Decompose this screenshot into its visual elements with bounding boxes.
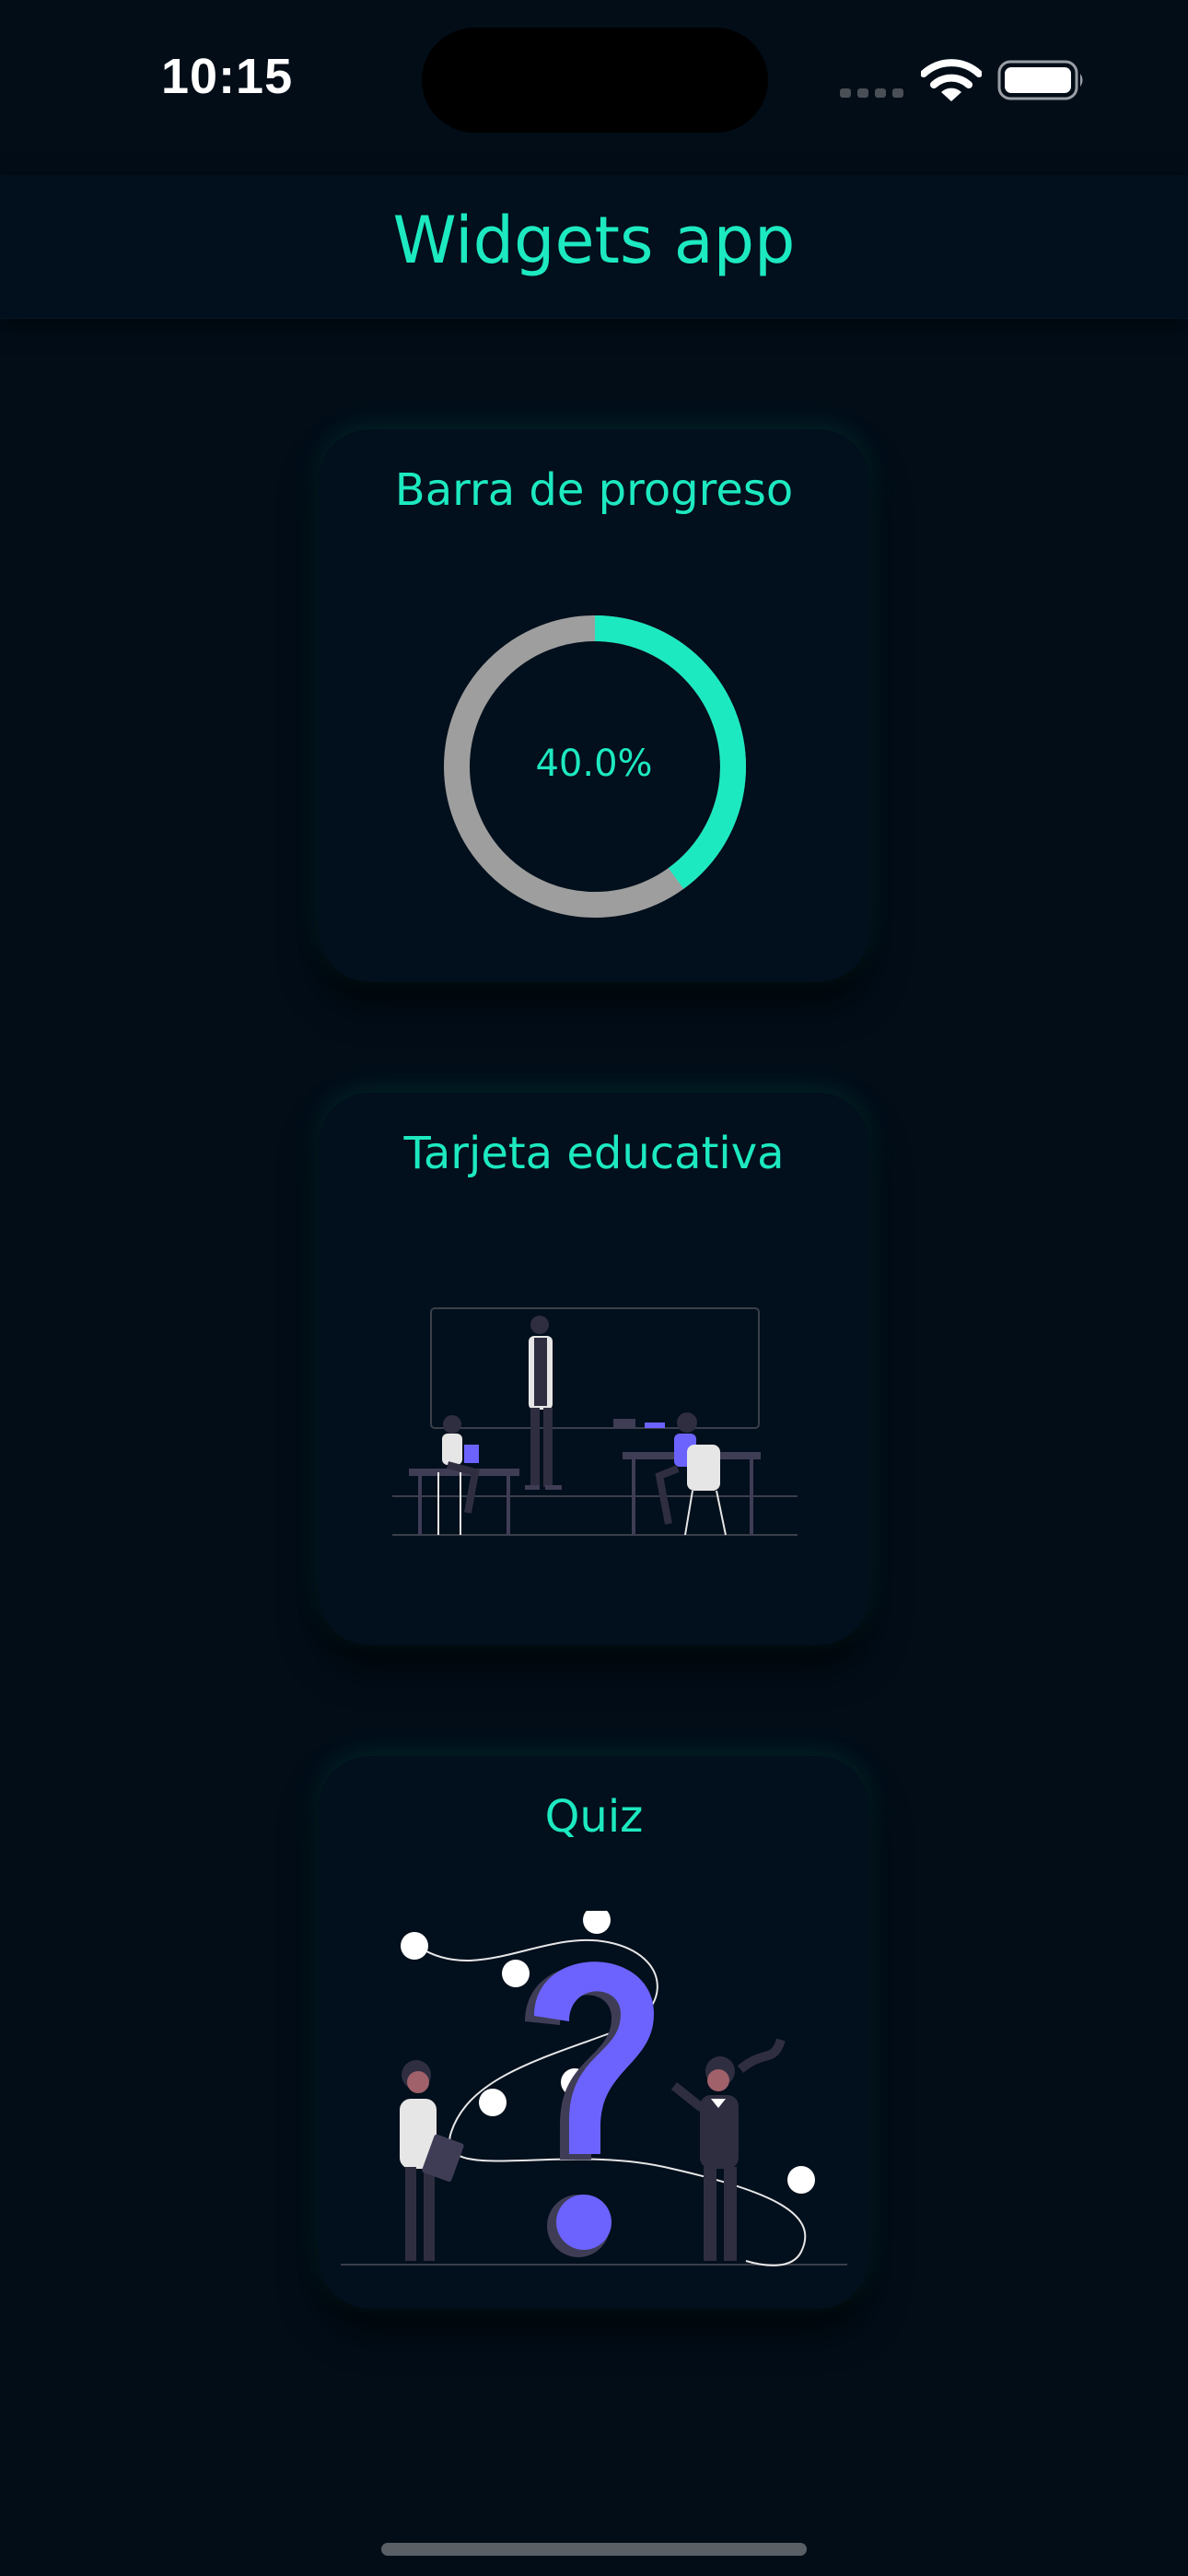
- app-title: Widgets app: [392, 203, 796, 278]
- progress-card[interactable]: Barra de progreso 40.0%: [319, 429, 869, 982]
- quiz-card-title: Quiz: [544, 1791, 644, 1843]
- battery-icon: [997, 60, 1083, 100]
- progress-card-title: Barra de progreso: [394, 464, 794, 516]
- classroom-illustration: [392, 1307, 798, 1536]
- quiz-card[interactable]: Quiz: [319, 1756, 869, 2309]
- app-bar: Widgets app: [0, 175, 1188, 319]
- screen: 10:15 Widgets app Barra de progreso 40.0…: [0, 0, 1188, 2576]
- home-indicator[interactable]: [381, 2543, 807, 2556]
- dynamic-island: [422, 28, 768, 133]
- progress-value-label: 40.0%: [535, 743, 653, 785]
- status-time: 10:15: [161, 49, 294, 104]
- question-mark-illustration: [341, 1911, 847, 2266]
- educational-card[interactable]: Tarjeta educativa: [319, 1093, 869, 1645]
- cellular-signal-icon: [840, 88, 903, 98]
- educational-card-title: Tarjeta educativa: [403, 1128, 785, 1179]
- wifi-icon: [921, 59, 982, 101]
